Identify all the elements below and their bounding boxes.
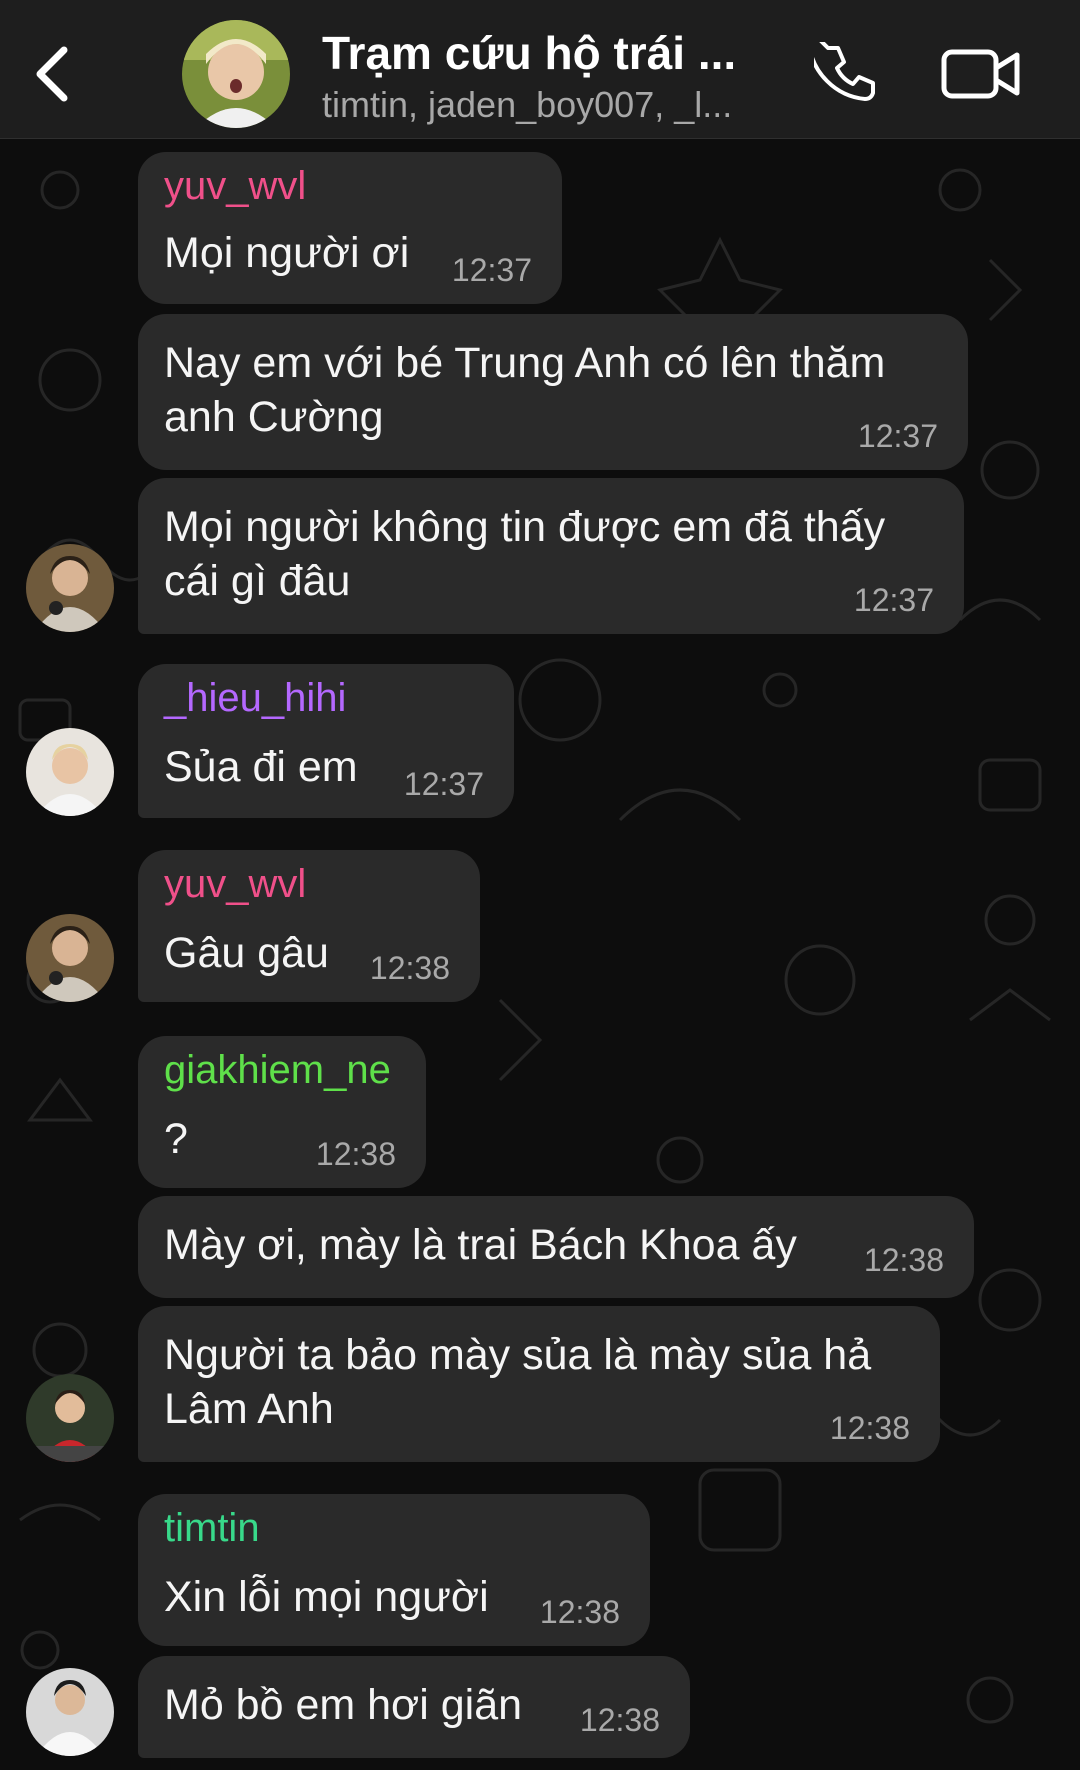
message-text: Gâu gâu [164,929,329,977]
message-time: 12:38 [539,1594,620,1630]
message-bubble[interactable]: yuv_wvl Gâu gâu 12:38 [138,850,480,1002]
message-bubble[interactable]: timtin Xin lỗi mọi người 12:38 [138,1494,650,1646]
message-text: Nay em với bé Trung Anh có lên thăm anh … [164,339,886,441]
message-bubble[interactable]: giakhiem_ne ? 12:38 [138,1036,426,1188]
message-bubble[interactable]: Mày ơi, mày là trai Bách Khoa ấy 12:38 [138,1196,974,1298]
avatar-image [26,1668,114,1756]
sender-name: timtin [164,1506,260,1550]
message-bubble[interactable]: Mọi người không tin được em đã thấy cái … [138,478,964,634]
avatar-image [26,728,114,816]
message-text: Người ta bảo mày sủa là mày sủa hả Lâm A… [164,1331,872,1433]
message-time: 12:38 [315,1136,396,1172]
sender-avatar[interactable] [26,1668,114,1756]
sender-name: giakhiem_ne [164,1048,391,1092]
avatar-image [26,914,114,1002]
message-time: 12:38 [829,1410,910,1446]
group-title[interactable]: Trạm cứu hộ trái ... [322,26,772,80]
sender-avatar[interactable] [26,1374,114,1462]
message-text: Xin lỗi mọi người [164,1573,489,1621]
message-text: Mày ơi, mày là trai Bách Khoa ấy [164,1221,797,1269]
sender-name: yuv_wvl [164,164,307,208]
avatar-image [26,544,114,632]
back-button[interactable] [22,38,82,110]
message-text: Mỏ bồ em hơi giãn [164,1681,523,1729]
avatar-image [26,1374,114,1462]
message-time: 12:38 [579,1702,660,1738]
message-time: 12:38 [863,1242,944,1278]
sender-avatar[interactable] [26,728,114,816]
message-bubble[interactable]: Người ta bảo mày sủa là mày sủa hả Lâm A… [138,1306,940,1462]
voice-call-button[interactable] [810,38,882,110]
message-bubble[interactable]: Mỏ bồ em hơi giãn 12:38 [138,1656,690,1758]
message-text: Mọi người không tin được em đã thấy cái … [164,503,886,605]
message-time: 12:38 [369,950,450,986]
message-bubble[interactable]: Nay em với bé Trung Anh có lên thăm anh … [138,314,968,470]
video-call-button[interactable] [938,40,1024,108]
message-time: 12:37 [857,418,938,454]
phone-icon [814,42,875,101]
message-time: 12:37 [403,766,484,802]
group-avatar-image [182,20,290,128]
message-text: Mọi người ơi [164,229,410,277]
group-avatar[interactable] [182,20,290,128]
message-time: 12:37 [853,582,934,618]
sender-name: yuv_wvl [164,862,307,906]
video-camera-icon [941,49,1020,99]
chat-screen: Trạm cứu hộ trái ... timtin, jaden_boy00… [0,0,1080,1770]
message-text: ? [164,1115,188,1163]
message-text: Sủa đi em [164,743,358,791]
message-bubble[interactable]: yuv_wvl Mọi người ơi 12:37 [138,152,562,304]
sender-name: _hieu_hihi [164,676,347,720]
message-bubble[interactable]: _hieu_hihi Sủa đi em 12:37 [138,664,514,818]
sender-avatar[interactable] [26,914,114,1002]
sender-avatar[interactable] [26,544,114,632]
chat-header: Trạm cứu hộ trái ... timtin, jaden_boy00… [0,0,1080,139]
chevron-left-icon [36,46,68,102]
group-members[interactable]: timtin, jaden_boy007, _l... [322,84,772,126]
message-time: 12:37 [451,252,532,288]
